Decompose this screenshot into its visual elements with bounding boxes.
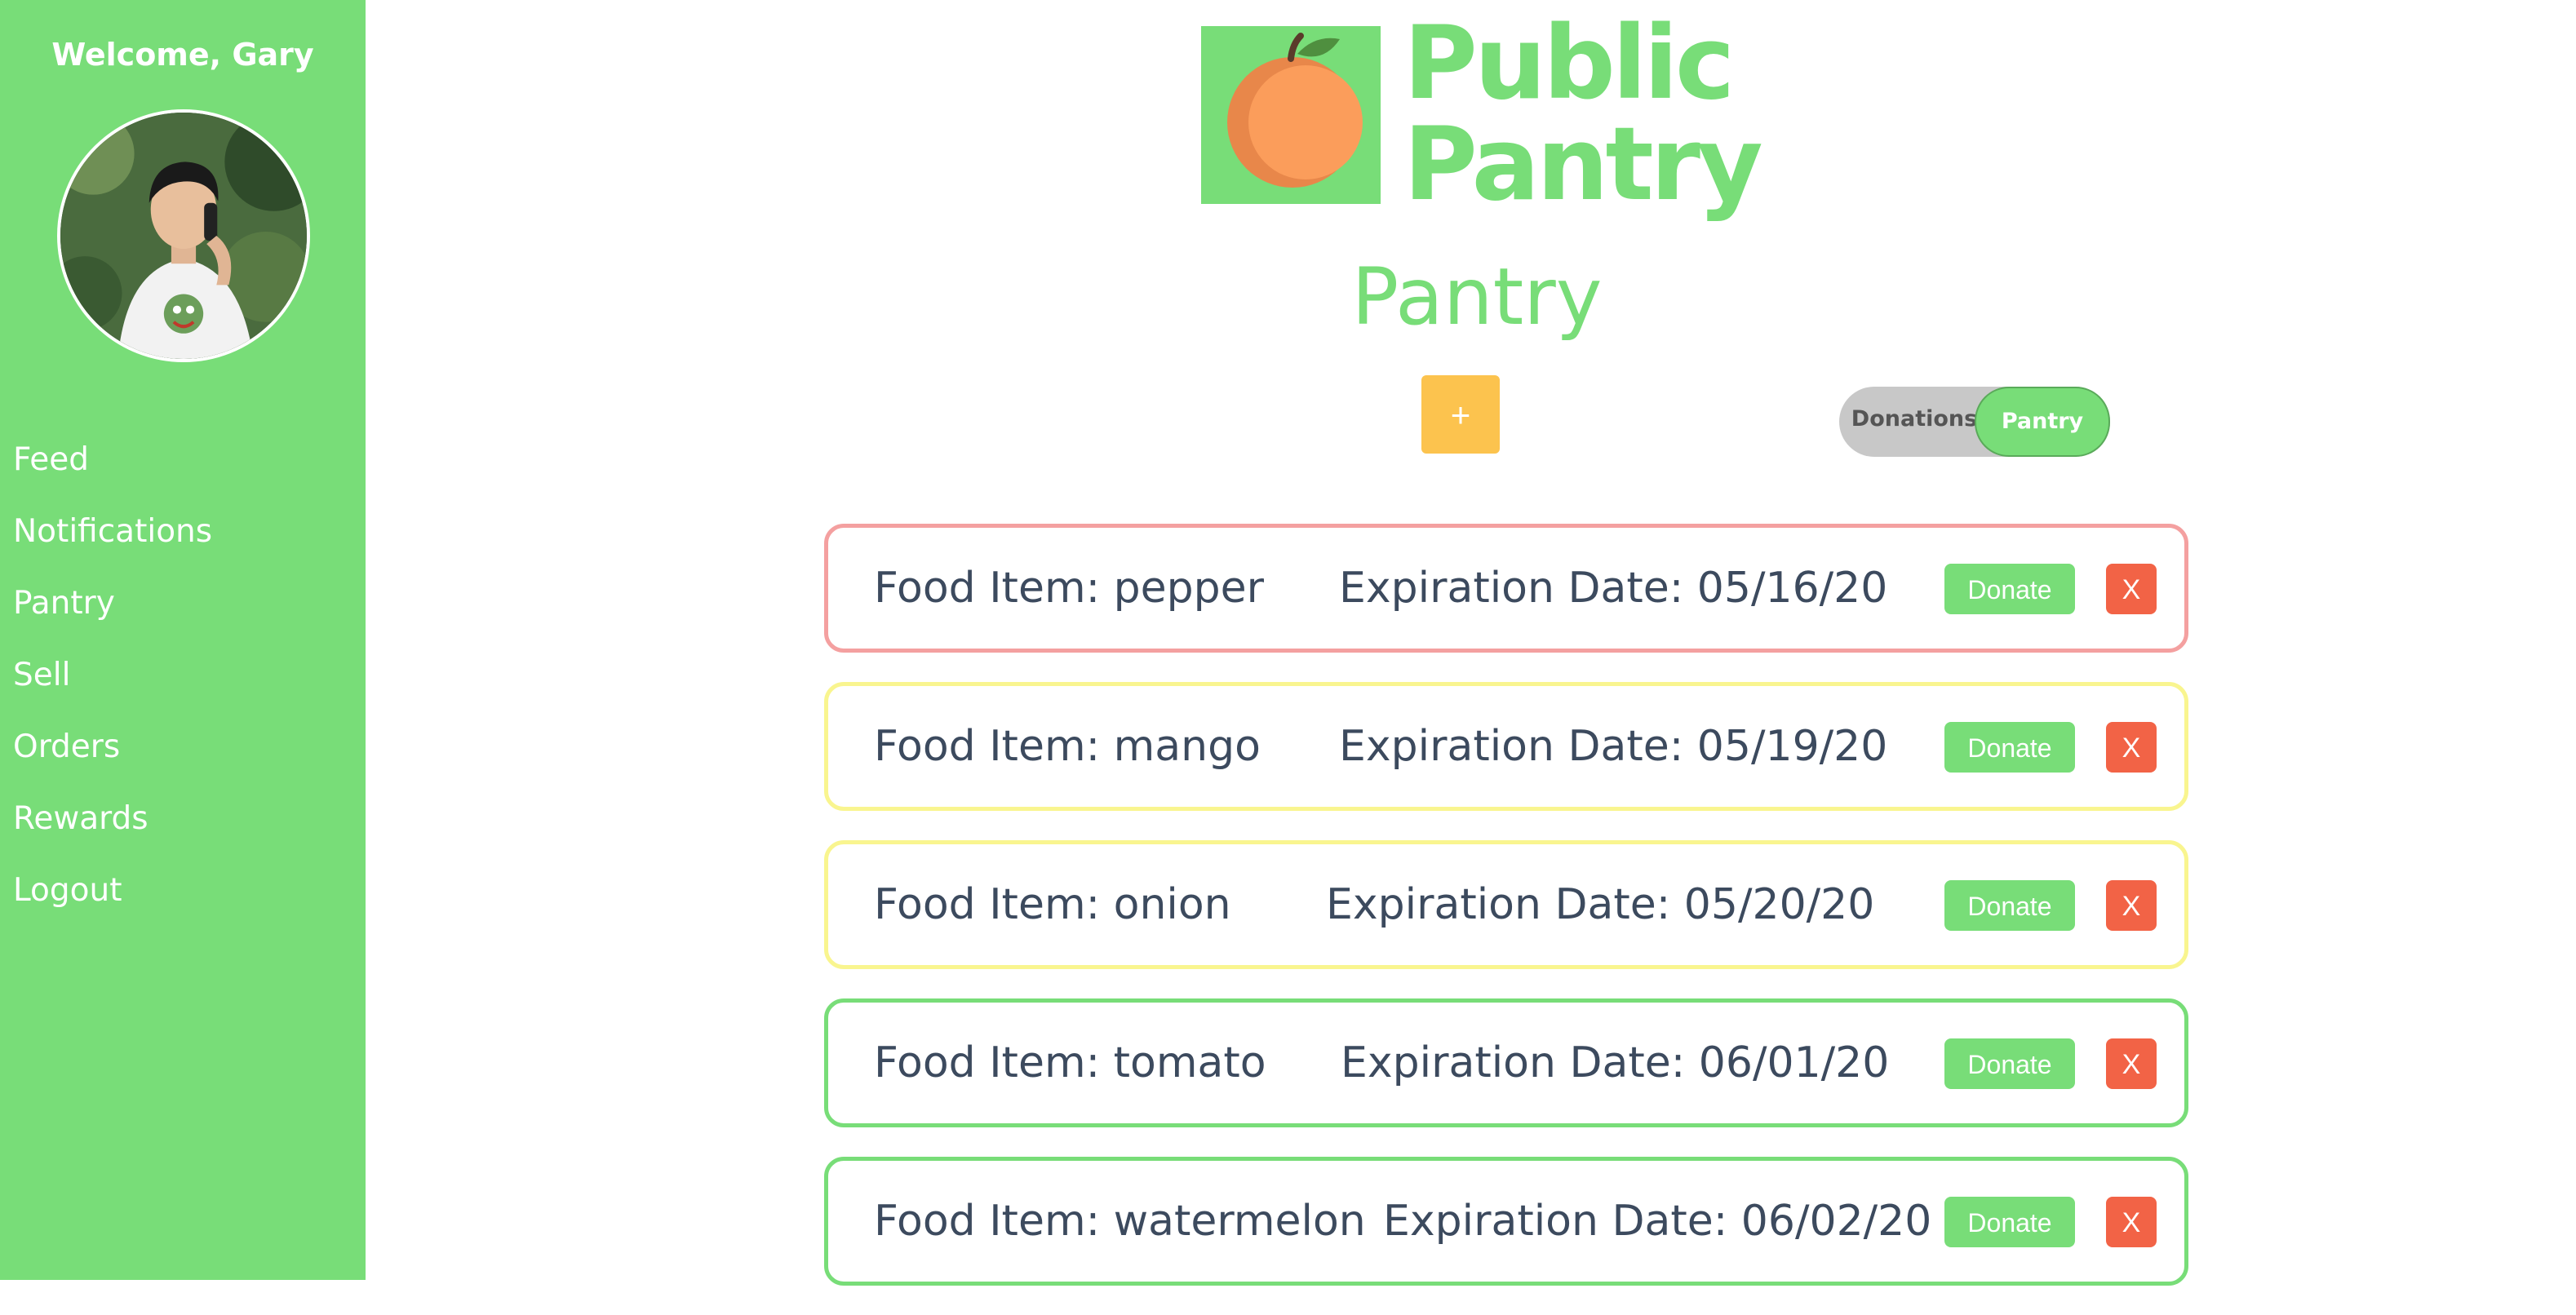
page-title: Pantry	[1351, 251, 1603, 343]
remove-item-button[interactable]: X	[2106, 722, 2157, 773]
nav-item-sell[interactable]: Sell	[13, 648, 212, 719]
remove-item-button[interactable]: X	[2106, 1038, 2157, 1089]
remove-item-button[interactable]: X	[2106, 1197, 2157, 1247]
sidebar: Welcome, Gary Feed Notifications Pantry …	[0, 0, 366, 1280]
logo-line-2: Pantry	[1403, 106, 1763, 224]
expiration-date: Expiration Date: 05/16/20	[1339, 564, 1888, 613]
nav-item-notifications[interactable]: Notifications	[13, 504, 212, 576]
expiration-date: Expiration Date: 06/01/20	[1341, 1038, 1890, 1087]
add-item-button[interactable]: +	[1421, 375, 1500, 454]
peach-icon	[1227, 33, 1363, 188]
expiration-date: Expiration Date: 05/20/20	[1326, 880, 1875, 929]
sidebar-nav: Feed Notifications Pantry Sell Orders Re…	[13, 432, 212, 935]
nav-item-rewards[interactable]: Rewards	[13, 791, 212, 863]
public-pantry-logo: Public Pantry	[1201, 13, 1763, 227]
welcome-text: Welcome, Gary	[51, 37, 314, 73]
food-item-name: Food Item: pepper	[874, 564, 1265, 613]
nav-item-logout[interactable]: Logout	[13, 863, 212, 935]
donations-pantry-toggle[interactable]: Donations Pantry	[1839, 387, 2110, 457]
toggle-option-pantry[interactable]: Pantry	[1975, 387, 2110, 457]
donate-button[interactable]: Donate	[1944, 1197, 2075, 1247]
avatar[interactable]	[57, 109, 310, 362]
pantry-item-card: Food Item: watermelon Expiration Date: 0…	[824, 1157, 2188, 1286]
food-item-name: Food Item: onion	[874, 880, 1231, 929]
toggle-option-donations[interactable]: Donations	[1839, 387, 1989, 457]
nav-item-orders[interactable]: Orders	[13, 719, 212, 791]
food-item-name: Food Item: watermelon	[874, 1197, 1366, 1246]
food-item-name: Food Item: mango	[874, 722, 1261, 771]
donate-button[interactable]: Donate	[1944, 722, 2075, 773]
donate-button[interactable]: Donate	[1944, 1038, 2075, 1089]
avatar-photo	[60, 113, 307, 359]
pantry-item-list: Food Item: pepper Expiration Date: 05/16…	[824, 524, 2188, 1315]
expiration-date: Expiration Date: 05/19/20	[1339, 722, 1888, 771]
food-item-name: Food Item: tomato	[874, 1038, 1266, 1087]
nav-item-pantry[interactable]: Pantry	[13, 576, 212, 648]
pantry-item-card: Food Item: mango Expiration Date: 05/19/…	[824, 682, 2188, 811]
donate-button[interactable]: Donate	[1944, 564, 2075, 614]
expiration-date: Expiration Date: 06/02/20	[1383, 1197, 1932, 1246]
remove-item-button[interactable]: X	[2106, 880, 2157, 931]
logo-line-1: Public	[1403, 5, 1735, 122]
donate-button[interactable]: Donate	[1944, 880, 2075, 931]
pantry-item-card: Food Item: tomato Expiration Date: 06/01…	[824, 998, 2188, 1127]
pantry-item-card: Food Item: onion Expiration Date: 05/20/…	[824, 840, 2188, 969]
pantry-item-card: Food Item: pepper Expiration Date: 05/16…	[824, 524, 2188, 653]
logo-box	[1201, 26, 1381, 204]
remove-item-button[interactable]: X	[2106, 564, 2157, 614]
nav-item-feed[interactable]: Feed	[13, 432, 212, 504]
logo-text: Public Pantry	[1403, 5, 1763, 224]
